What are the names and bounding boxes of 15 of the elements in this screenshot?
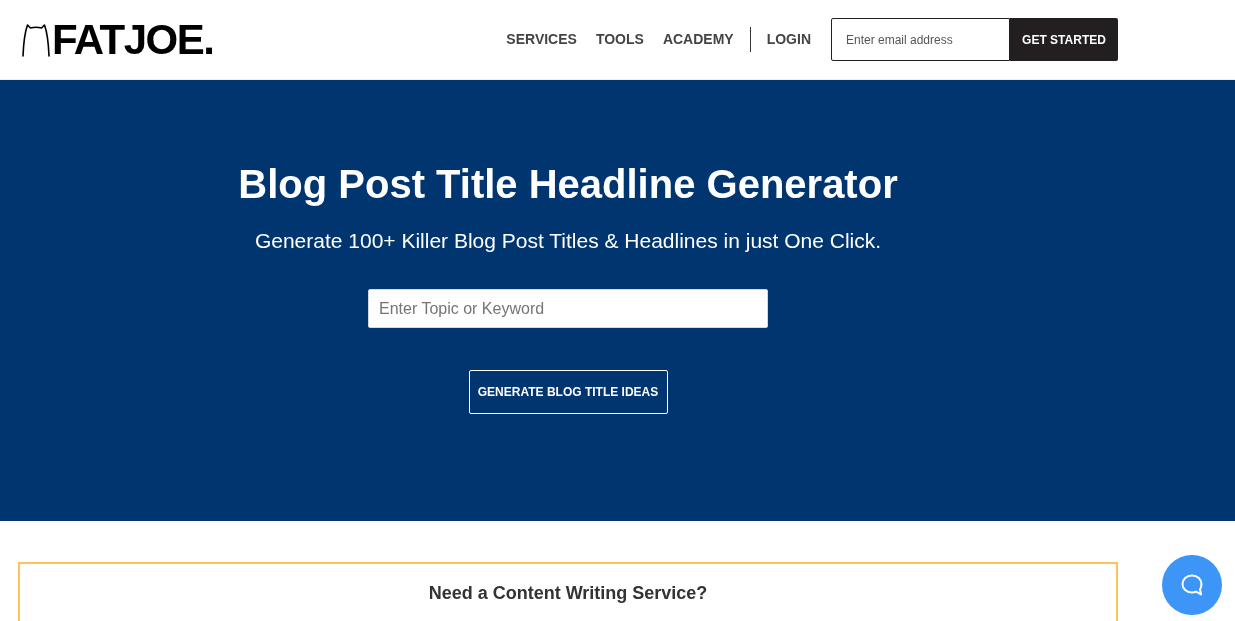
- hero-title: Blog Post Title Headline Generator: [238, 161, 898, 208]
- promo-title: Need a Content Writing Service?: [428, 582, 708, 605]
- generate-button[interactable]: GENERATE BLOG TITLE IDEAS: [468, 370, 668, 414]
- get-started-button[interactable]: GET STARTED: [1010, 18, 1118, 61]
- chat-button[interactable]: [1162, 555, 1222, 615]
- fatjoe-logo[interactable]: FATJOE.: [18, 18, 214, 61]
- email-field[interactable]: Enter email address: [831, 18, 1010, 61]
- login-link[interactable]: LOGIN: [766, 29, 811, 50]
- speech-bubble-icon: [1180, 573, 1204, 597]
- nav-link[interactable]: ACADEMY: [662, 29, 734, 50]
- nav-link[interactable]: SERVICES: [506, 29, 577, 50]
- nav-link[interactable]: TOOLS: [595, 29, 644, 50]
- topic-field[interactable]: Enter Topic or Keyword: [368, 289, 768, 328]
- cat-outline-icon: [22, 22, 50, 57]
- hero-subtitle: Generate 100+ Killer Blog Post Titles & Headlines in just One Click.: [254, 229, 882, 253]
